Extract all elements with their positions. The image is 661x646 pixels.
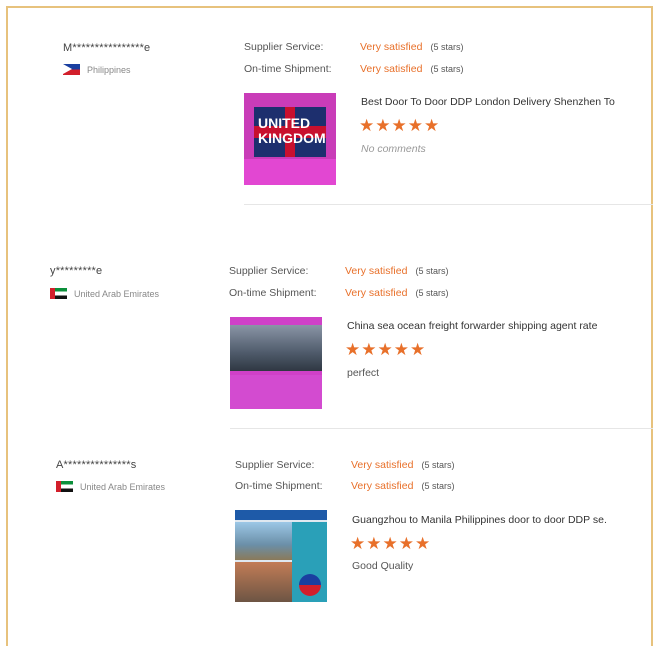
ontime-shipment-stars: (5 stars)	[421, 481, 455, 491]
supplier-service-rating: Supplier Service: Very satisfied (5 star…	[235, 459, 454, 471]
buyer-country: Philippines	[63, 64, 131, 75]
supplier-service-rating: Supplier Service: Very satisfied (5 star…	[229, 265, 448, 277]
philippines-flag-badge-icon	[299, 574, 321, 596]
philippines-flag-icon	[63, 64, 80, 75]
thumbnail-band	[230, 375, 322, 409]
supplier-service-label: Supplier Service:	[229, 265, 309, 277]
product-title-link[interactable]: Best Door To Door DDP London Delivery Sh…	[361, 96, 653, 108]
ontime-shipment-value: Very satisfied	[351, 480, 414, 492]
uae-flag-icon	[50, 288, 67, 299]
country-name: United Arab Emirates	[80, 481, 166, 492]
star-rating: ★★★★★	[350, 534, 432, 553]
review-divider	[244, 204, 653, 205]
buyer-name: y*********e	[50, 265, 103, 277]
review-comment: Good Quality	[352, 560, 414, 572]
country-name: Philippines	[87, 64, 131, 75]
thumbnail-band	[244, 159, 336, 185]
product-thumbnail[interactable]: UNITED KINGDOM	[244, 93, 336, 185]
supplier-service-value: Very satisfied	[351, 459, 414, 471]
review-divider	[230, 428, 653, 429]
supplier-service-stars: (5 stars)	[415, 266, 449, 276]
ontime-shipment-label: On-time Shipment:	[244, 63, 332, 75]
supplier-service-value: Very satisfied	[345, 265, 408, 277]
supplier-service-label: Supplier Service:	[244, 41, 324, 53]
review-comment: No comments	[361, 143, 426, 155]
review-comment: perfect	[347, 367, 380, 379]
buyer-country: United Arab Emirates	[50, 288, 159, 299]
buyer-name: M****************e	[63, 42, 151, 54]
ontime-shipment-rating: On-time Shipment: Very satisfied (5 star…	[235, 480, 454, 492]
country-name: United Arab Emirates	[74, 288, 160, 299]
buyer-country: United Arab Emirates	[56, 481, 165, 492]
ontime-shipment-stars: (5 stars)	[430, 64, 464, 74]
ontime-shipment-value: Very satisfied	[345, 287, 408, 299]
thumbnail-flag-graphic: UNITED KINGDOM	[254, 107, 326, 157]
ontime-shipment-rating: On-time Shipment: Very satisfied (5 star…	[229, 287, 448, 299]
ontime-shipment-rating: On-time Shipment: Very satisfied (5 star…	[244, 63, 463, 75]
supplier-service-value: Very satisfied	[360, 41, 423, 53]
thumbnail-text: UNITED KINGDOM	[258, 115, 326, 146]
thumbnail-photo	[230, 325, 322, 371]
product-thumbnail[interactable]	[230, 317, 322, 409]
product-title-link[interactable]: Guangzhou to Manila Philippines door to …	[352, 514, 653, 526]
supplier-service-rating: Supplier Service: Very satisfied (5 star…	[244, 41, 463, 53]
product-thumbnail[interactable]	[235, 510, 327, 602]
thumbnail-city	[235, 562, 293, 602]
supplier-service-stars: (5 stars)	[421, 460, 455, 470]
thumbnail-header	[235, 510, 327, 520]
ontime-shipment-stars: (5 stars)	[415, 288, 449, 298]
supplier-service-stars: (5 stars)	[430, 42, 464, 52]
thumbnail-skyline	[235, 522, 293, 560]
star-rating: ★★★★★	[345, 340, 427, 359]
buyer-name: A***************s	[56, 459, 137, 471]
ontime-shipment-label: On-time Shipment:	[235, 480, 323, 492]
ontime-shipment-value: Very satisfied	[360, 63, 423, 75]
product-title-link[interactable]: China sea ocean freight forwarder shippi…	[347, 320, 653, 332]
supplier-service-label: Supplier Service:	[235, 459, 315, 471]
uae-flag-icon	[56, 481, 73, 492]
ontime-shipment-label: On-time Shipment:	[229, 287, 317, 299]
star-rating: ★★★★★	[359, 116, 441, 135]
